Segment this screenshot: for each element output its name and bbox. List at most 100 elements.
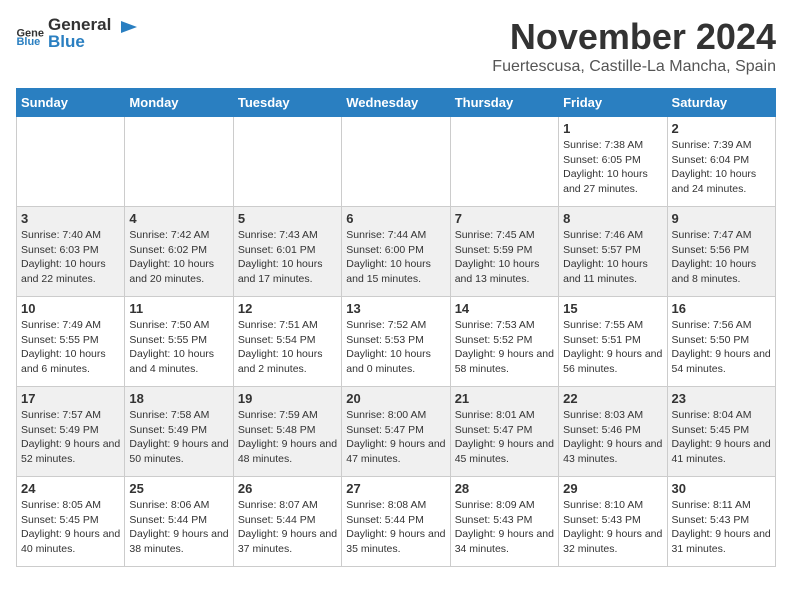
weekday-header-monday: Monday [125, 89, 233, 117]
day-detail: Sunrise: 8:11 AMSunset: 5:43 PMDaylight:… [672, 498, 771, 557]
page-header: General Blue General Blue November 2024 … [16, 16, 776, 76]
calendar-cell: 21 Sunrise: 8:01 AMSunset: 5:47 PMDayligh… [450, 387, 558, 477]
day-number: 4 [129, 211, 228, 226]
day-number: 14 [455, 301, 554, 316]
day-detail: Sunrise: 7:52 AMSunset: 5:53 PMDaylight:… [346, 318, 445, 377]
logo-flag-icon [117, 19, 139, 41]
calendar-cell: 30Sunrise: 8:11 AMSunset: 5:43 PMDayligh… [667, 477, 775, 567]
weekday-header-wednesday: Wednesday [342, 89, 450, 117]
calendar-cell: 1 Sunrise: 7:38 AMSunset: 6:05 PMDaylight… [559, 117, 667, 207]
calendar-table: SundayMondayTuesdayWednesdayThursdayFrid… [16, 88, 776, 567]
day-detail: Sunrise: 8:07 AMSunset: 5:44 PMDaylight:… [238, 498, 337, 557]
day-number: 1 [563, 121, 662, 136]
calendar-cell: 9 Sunrise: 7:47 AMSunset: 5:56 PMDaylight… [667, 207, 775, 297]
day-number: 22 [563, 391, 662, 406]
day-number: 29 [563, 481, 662, 496]
calendar-cell: 24 Sunrise: 8:05 AMSunset: 5:45 PMDayligh… [17, 477, 125, 567]
day-detail: Sunrise: 7:50 AMSunset: 5:55 PMDaylight:… [129, 318, 228, 377]
day-number: 25 [129, 481, 228, 496]
calendar-cell: 10Sunrise: 7:49 AMSunset: 5:55 PMDayligh… [17, 297, 125, 387]
day-number: 20 [346, 391, 445, 406]
day-number: 16 [672, 301, 771, 316]
day-detail: Sunrise: 8:01 AMSunset: 5:47 PMDaylight:… [455, 408, 554, 467]
calendar-cell [17, 117, 125, 207]
day-detail: Sunrise: 8:10 AMSunset: 5:43 PMDaylight:… [563, 498, 662, 557]
day-detail: Sunrise: 7:42 AMSunset: 6:02 PMDaylight:… [129, 228, 228, 287]
calendar-cell: 13 Sunrise: 7:52 AMSunset: 5:53 PMDayligh… [342, 297, 450, 387]
calendar-cell: 19Sunrise: 7:59 AMSunset: 5:48 PMDayligh… [233, 387, 341, 477]
calendar-cell: 7Sunrise: 7:45 AMSunset: 5:59 PMDaylight… [450, 207, 558, 297]
logo: General Blue General Blue [16, 16, 139, 51]
day-detail: Sunrise: 7:57 AMSunset: 5:49 PMDaylight:… [21, 408, 120, 467]
day-number: 19 [238, 391, 337, 406]
day-number: 13 [346, 301, 445, 316]
calendar-cell: 6 Sunrise: 7:44 AMSunset: 6:00 PMDaylight… [342, 207, 450, 297]
calendar-cell: 29 Sunrise: 8:10 AMSunset: 5:43 PMDayligh… [559, 477, 667, 567]
calendar-cell: 14Sunrise: 7:53 AMSunset: 5:52 PMDayligh… [450, 297, 558, 387]
day-number: 9 [672, 211, 771, 226]
day-number: 10 [21, 301, 120, 316]
calendar-cell [125, 117, 233, 207]
calendar-cell: 11Sunrise: 7:50 AMSunset: 5:55 PMDayligh… [125, 297, 233, 387]
calendar-cell: 8 Sunrise: 7:46 AMSunset: 5:57 PMDaylight… [559, 207, 667, 297]
day-number: 6 [346, 211, 445, 226]
weekday-header-thursday: Thursday [450, 89, 558, 117]
day-detail: Sunrise: 7:56 AMSunset: 5:50 PMDaylight:… [672, 318, 771, 377]
calendar-cell: 3 Sunrise: 7:40 AMSunset: 6:03 PMDaylight… [17, 207, 125, 297]
day-detail: Sunrise: 8:06 AMSunset: 5:44 PMDaylight:… [129, 498, 228, 557]
calendar-cell: 4 Sunrise: 7:42 AMSunset: 6:02 PMDaylight… [125, 207, 233, 297]
day-number: 26 [238, 481, 337, 496]
calendar-cell: 15 Sunrise: 7:55 AMSunset: 5:51 PMDayligh… [559, 297, 667, 387]
day-detail: Sunrise: 7:38 AMSunset: 6:05 PMDaylight:… [563, 138, 662, 197]
weekday-header-row: SundayMondayTuesdayWednesdayThursdayFrid… [17, 89, 776, 117]
day-number: 7 [455, 211, 554, 226]
day-number: 5 [238, 211, 337, 226]
calendar-cell [233, 117, 341, 207]
day-number: 12 [238, 301, 337, 316]
day-detail: Sunrise: 7:55 AMSunset: 5:51 PMDaylight:… [563, 318, 662, 377]
day-number: 24 [21, 481, 120, 496]
day-number: 3 [21, 211, 120, 226]
calendar-cell [450, 117, 558, 207]
calendar-week-4: 17 Sunrise: 7:57 AMSunset: 5:49 PMDayligh… [17, 387, 776, 477]
calendar-cell: 5 Sunrise: 7:43 AMSunset: 6:01 PMDaylight… [233, 207, 341, 297]
day-detail: Sunrise: 7:46 AMSunset: 5:57 PMDaylight:… [563, 228, 662, 287]
general-blue-logo-icon: General Blue [16, 23, 44, 45]
day-number: 21 [455, 391, 554, 406]
day-number: 18 [129, 391, 228, 406]
day-detail: Sunrise: 7:47 AMSunset: 5:56 PMDaylight:… [672, 228, 771, 287]
calendar-cell: 17 Sunrise: 7:57 AMSunset: 5:49 PMDayligh… [17, 387, 125, 477]
calendar-cell: 23 Sunrise: 8:04 AMSunset: 5:45 PMDayligh… [667, 387, 775, 477]
day-detail: Sunrise: 7:43 AMSunset: 6:01 PMDaylight:… [238, 228, 337, 287]
calendar-cell: 18 Sunrise: 7:58 AMSunset: 5:49 PMDayligh… [125, 387, 233, 477]
day-number: 8 [563, 211, 662, 226]
day-detail: Sunrise: 8:04 AMSunset: 5:45 PMDaylight:… [672, 408, 771, 467]
day-number: 28 [455, 481, 554, 496]
calendar-week-2: 3 Sunrise: 7:40 AMSunset: 6:03 PMDaylight… [17, 207, 776, 297]
weekday-header-friday: Friday [559, 89, 667, 117]
logo-blue-text: Blue [48, 33, 111, 52]
day-number: 23 [672, 391, 771, 406]
month-year-title: November 2024 [492, 16, 776, 58]
day-detail: Sunrise: 7:39 AMSunset: 6:04 PMDaylight:… [672, 138, 771, 197]
day-number: 15 [563, 301, 662, 316]
calendar-cell: 16 Sunrise: 7:56 AMSunset: 5:50 PMDayligh… [667, 297, 775, 387]
day-detail: Sunrise: 8:05 AMSunset: 5:45 PMDaylight:… [21, 498, 120, 557]
calendar-cell: 22Sunrise: 8:03 AMSunset: 5:46 PMDayligh… [559, 387, 667, 477]
svg-text:Blue: Blue [16, 36, 40, 45]
day-detail: Sunrise: 7:40 AMSunset: 6:03 PMDaylight:… [21, 228, 120, 287]
day-detail: Sunrise: 7:44 AMSunset: 6:00 PMDaylight:… [346, 228, 445, 287]
calendar-cell: 25 Sunrise: 8:06 AMSunset: 5:44 PMDayligh… [125, 477, 233, 567]
calendar-cell: 12 Sunrise: 7:51 AMSunset: 5:54 PMDayligh… [233, 297, 341, 387]
day-detail: Sunrise: 8:00 AMSunset: 5:47 PMDaylight:… [346, 408, 445, 467]
calendar-week-5: 24 Sunrise: 8:05 AMSunset: 5:45 PMDayligh… [17, 477, 776, 567]
weekday-header-tuesday: Tuesday [233, 89, 341, 117]
title-section: November 2024 Fuertescusa, Castille-La M… [492, 16, 776, 76]
day-number: 17 [21, 391, 120, 406]
day-detail: Sunrise: 7:51 AMSunset: 5:54 PMDaylight:… [238, 318, 337, 377]
calendar-week-3: 10Sunrise: 7:49 AMSunset: 5:55 PMDayligh… [17, 297, 776, 387]
weekday-header-sunday: Sunday [17, 89, 125, 117]
calendar-cell: 2Sunrise: 7:39 AMSunset: 6:04 PMDaylight… [667, 117, 775, 207]
day-detail: Sunrise: 7:58 AMSunset: 5:49 PMDaylight:… [129, 408, 228, 467]
calendar-cell: 28Sunrise: 8:09 AMSunset: 5:43 PMDayligh… [450, 477, 558, 567]
